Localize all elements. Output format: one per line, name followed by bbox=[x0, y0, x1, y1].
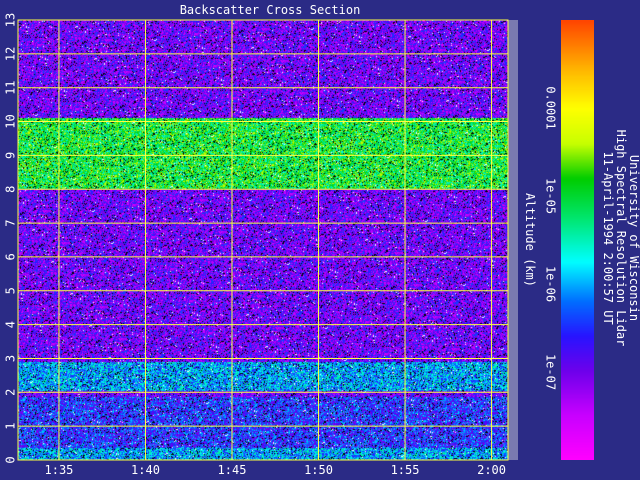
plot-area bbox=[18, 20, 518, 460]
y-tick-label: 1 bbox=[4, 423, 18, 430]
plot-right-margin bbox=[508, 20, 518, 460]
x-tick-label: 2:00 bbox=[477, 463, 506, 477]
colorbar bbox=[561, 20, 594, 460]
y-tick-label: 13 bbox=[4, 13, 18, 27]
chart-title: Backscatter Cross Section bbox=[180, 3, 361, 17]
y-axis-label: Altitude (km) bbox=[523, 193, 537, 287]
y-tick-label: 12 bbox=[4, 47, 18, 61]
colorbar-gradient bbox=[561, 20, 594, 460]
y-tick-label: 9 bbox=[4, 152, 18, 159]
x-tick-label: 1:40 bbox=[131, 463, 160, 477]
x-tick-label: 1:50 bbox=[304, 463, 333, 477]
colorbar-tick-label: 1e-05 bbox=[544, 178, 558, 214]
y-tick-label: 6 bbox=[4, 253, 18, 260]
instrument-label: High Spectral Resolution Lidar bbox=[614, 130, 628, 347]
y-tick-label: 0 bbox=[4, 456, 18, 463]
colorbar-tick-label: 1e-07 bbox=[544, 354, 558, 390]
backscatter-heatmap bbox=[18, 20, 508, 460]
timestamp-label: 11-April-1994 2:00:57 UT bbox=[601, 151, 615, 324]
colorbar-tick-label: 0.0001 bbox=[544, 86, 558, 129]
y-tick-label: 10 bbox=[4, 114, 18, 128]
y-tick-label: 2 bbox=[4, 389, 18, 396]
y-tick-label: 7 bbox=[4, 219, 18, 226]
x-tick-label: 1:45 bbox=[218, 463, 247, 477]
backscatter-figure: 1:35 1:40 1:45 1:50 1:55 2:00 012345678910111… bbox=[0, 0, 640, 480]
y-tick-label: 4 bbox=[4, 321, 18, 328]
y-tick-label: 3 bbox=[4, 355, 18, 362]
info-block: University of Wisconsin High Spectral Re… bbox=[601, 130, 640, 347]
x-tick-label: 1:35 bbox=[45, 463, 74, 477]
colorbar-tick-label: 1e-06 bbox=[544, 266, 558, 302]
x-tick-label: 1:55 bbox=[391, 463, 420, 477]
y-tick-label: 5 bbox=[4, 287, 18, 294]
y-tick-label: 11 bbox=[4, 80, 18, 94]
y-tick-label: 8 bbox=[4, 186, 18, 193]
